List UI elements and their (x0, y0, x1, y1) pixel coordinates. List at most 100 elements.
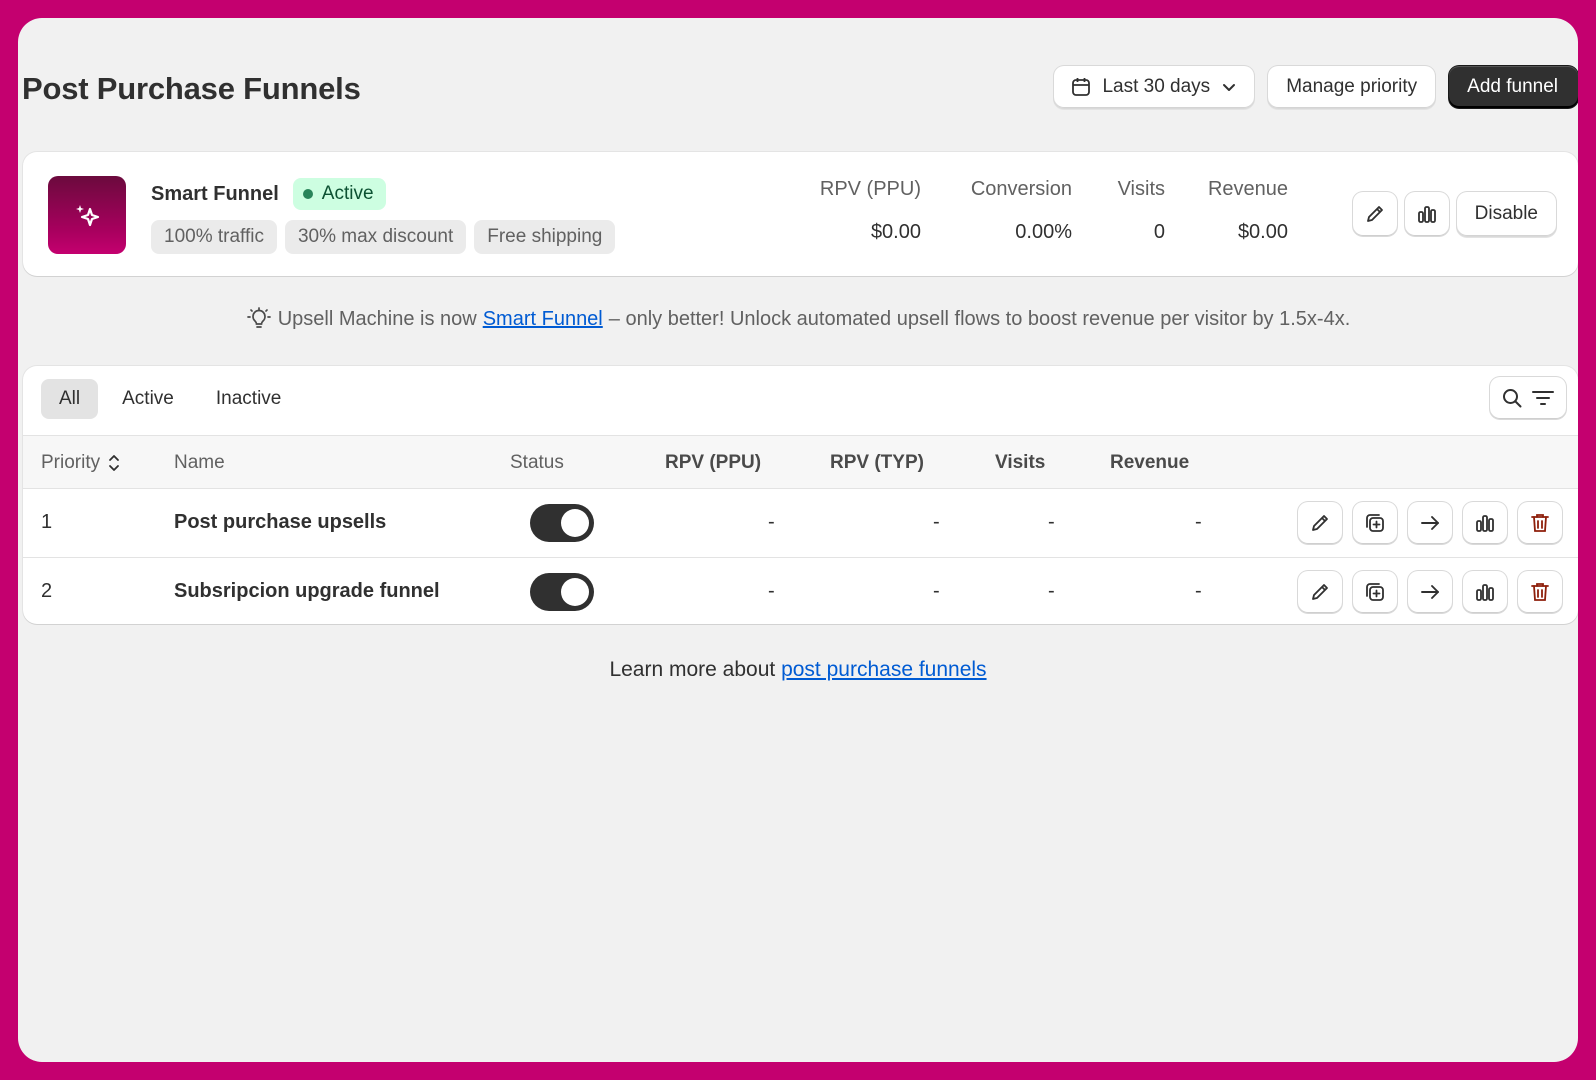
smart-funnel-name: Smart Funnel (151, 182, 279, 205)
edit-smart-funnel-button[interactable] (1352, 192, 1397, 236)
chip-max-discount: 30% max discount (284, 220, 467, 254)
metric-label: Visits (1117, 178, 1165, 200)
disable-button[interactable]: Disable (1456, 192, 1556, 236)
column-priority[interactable]: Priority (41, 452, 122, 474)
metric-label: Conversion (970, 178, 1072, 200)
duplicate-button[interactable] (1353, 571, 1397, 613)
metric-label: Revenue (1207, 178, 1288, 200)
row-actions (1298, 502, 1562, 544)
table-row[interactable]: 1 Post purchase upsells - - - - (23, 489, 1578, 557)
row-visits: - (1048, 511, 1055, 533)
upgrade-notice: Upsell Machine is now Smart Funnel – onl… (18, 306, 1578, 332)
duplicate-icon (1366, 514, 1384, 532)
metric-revenue: Revenue $0.00 (1208, 178, 1288, 244)
analytics-button[interactable] (1463, 502, 1507, 544)
row-revenue: - (1195, 511, 1202, 533)
pencil-icon (1312, 515, 1328, 531)
smart-funnel-logo (48, 176, 126, 254)
smart-funnel-heading: Smart Funnel Active (151, 178, 386, 210)
bar-chart-icon (1476, 515, 1494, 532)
delete-button[interactable] (1518, 502, 1562, 544)
chip-traffic: 100% traffic (151, 220, 277, 254)
sparkle-icon (76, 205, 100, 227)
status-toggle[interactable] (530, 504, 594, 542)
trash-icon (1531, 583, 1549, 601)
column-visits: Visits (995, 452, 1046, 473)
row-name: Subsripcion upgrade funnel (174, 580, 440, 602)
metric-label: RPV (PPU) (819, 178, 921, 200)
table-row[interactable]: 2 Subsripcion upgrade funnel - - - - (23, 558, 1578, 626)
smart-funnel-actions: Disable (1352, 192, 1556, 236)
row-priority: 1 (41, 511, 53, 533)
status-dot (302, 189, 313, 199)
row-actions (1298, 571, 1562, 613)
table-header: Priority Name Status RPV (PPU) RPV (TYP)… (23, 435, 1578, 489)
manage-priority-button[interactable]: Manage priority (1268, 66, 1436, 108)
pencil-icon (1312, 584, 1328, 600)
bar-chart-icon (1417, 206, 1436, 223)
analytics-smart-funnel-button[interactable] (1404, 192, 1449, 236)
duplicate-icon (1366, 583, 1384, 601)
bar-chart-icon (1476, 584, 1494, 601)
page-title: Post Purchase Funnels (22, 71, 361, 106)
trash-icon (1531, 514, 1549, 532)
status-badge: Active (292, 178, 386, 210)
status-toggle[interactable] (530, 573, 594, 611)
edit-button[interactable] (1298, 571, 1342, 613)
analytics-button[interactable] (1463, 571, 1507, 613)
learn-more-note: Learn more about post purchase funnels (18, 658, 1578, 682)
tab-active[interactable]: Active (104, 379, 192, 419)
row-visits: - (1048, 580, 1055, 602)
column-priority-label: Priority (41, 452, 101, 473)
notice-prefix: Upsell Machine is now (277, 307, 477, 330)
metric-rpv-ppu: RPV (PPU) $0.00 (820, 178, 921, 244)
column-rpv-ppu: RPV (PPU) (665, 452, 762, 473)
calendar-icon (1072, 78, 1091, 96)
smart-funnel-link[interactable]: Smart Funnel (483, 308, 603, 331)
smart-funnel-chips: 100% traffic 30% max discount Free shipp… (151, 220, 616, 254)
column-status: Status (510, 452, 564, 473)
row-rpv-ppu: - (768, 511, 775, 533)
header-actions: Last 30 days Manage priority Add funnel (1054, 66, 1578, 108)
add-funnel-button[interactable]: Add funnel (1449, 66, 1578, 108)
search-icon (1503, 389, 1522, 408)
chevron-down-icon (1223, 84, 1236, 91)
chip-free-shipping: Free shipping (474, 220, 616, 254)
lightbulb-icon (246, 307, 271, 328)
date-range-button[interactable]: Last 30 days (1054, 66, 1255, 108)
duplicate-button[interactable] (1353, 502, 1397, 544)
row-name: Post purchase upsells (174, 511, 387, 533)
delete-button[interactable] (1518, 571, 1562, 613)
metric-value: $0.00 (870, 221, 921, 243)
search-filter-button[interactable] (1490, 377, 1566, 419)
arrow-right-icon (1421, 516, 1439, 530)
app-window: Post Purchase Funnels Last 30 days Manag… (18, 18, 1578, 1062)
date-range-label: Last 30 days (1102, 76, 1211, 97)
column-rpv-typ: RPV (TYP) (830, 452, 924, 473)
tab-inactive[interactable]: Inactive (198, 379, 299, 419)
metric-value: 0.00% (1015, 221, 1072, 243)
open-button[interactable] (1408, 502, 1452, 544)
page-header: Post Purchase Funnels Last 30 days Manag… (22, 66, 1578, 112)
edit-button[interactable] (1298, 502, 1342, 544)
column-name: Name (174, 452, 225, 473)
status-badge-label: Active (321, 183, 374, 204)
funnels-table-card: All Active Inactive Priority Name Status… (23, 366, 1578, 624)
open-button[interactable] (1408, 571, 1452, 613)
row-priority: 2 (41, 580, 53, 602)
row-rpv-typ: - (933, 511, 940, 533)
learn-more-link[interactable]: post purchase funnels (781, 658, 986, 681)
filter-tabs: All Active Inactive (41, 379, 299, 419)
metric-conversion: Conversion 0.00% (971, 178, 1072, 244)
metric-value: 0 (1153, 221, 1165, 243)
pencil-icon (1366, 206, 1383, 222)
metric-visits: Visits 0 (1118, 178, 1165, 244)
tab-all[interactable]: All (41, 379, 99, 419)
learn-more-prefix: Learn more about (609, 658, 776, 681)
row-rpv-typ: - (933, 580, 940, 602)
metric-value: $0.00 (1237, 221, 1288, 243)
row-revenue: - (1195, 580, 1202, 602)
row-rpv-ppu: - (768, 580, 775, 602)
arrow-right-icon (1421, 585, 1439, 599)
smart-funnel-card: Smart Funnel Active 100% traffic 30% max… (23, 152, 1578, 276)
